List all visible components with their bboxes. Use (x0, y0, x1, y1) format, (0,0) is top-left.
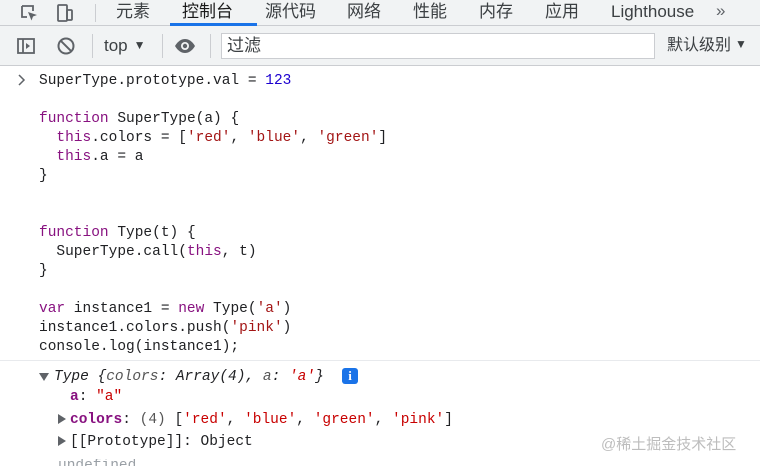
tab-network[interactable]: 网络 (347, 0, 381, 25)
object-summary[interactable]: Type {colors: Array(4), a: 'a'} (54, 368, 324, 386)
context-value: top (104, 36, 128, 55)
collapse-triangle-icon[interactable] (39, 372, 49, 382)
dropdown-arrow-icon: ▼ (133, 38, 146, 52)
tab-application[interactable]: 应用 (545, 0, 579, 25)
console-input-code[interactable]: SuperType.prototype.val = 123 function S… (39, 72, 387, 357)
console-output: SuperType.prototype.val = 123 function S… (0, 66, 760, 466)
clear-console-icon[interactable] (56, 36, 76, 56)
message-divider (0, 360, 760, 361)
tab-console[interactable]: 控制台 (182, 0, 233, 25)
tab-sources[interactable]: 源代码 (265, 0, 316, 25)
input-prompt-icon (18, 74, 26, 86)
expand-triangle-icon[interactable] (58, 436, 67, 446)
log-levels-label: 默认级别 (667, 37, 732, 54)
code-line: SuperType.call(this, t) (56, 244, 257, 260)
inspect-element-icon[interactable] (19, 3, 39, 23)
toolbar-divider (210, 34, 211, 58)
property-colors[interactable]: colors: (4) ['red', 'blue', 'green', 'pi… (70, 411, 453, 429)
property-a: a: "a" (70, 389, 123, 405)
tab-performance[interactable]: 性能 (413, 0, 447, 25)
sidebar-toggle-icon[interactable] (16, 36, 36, 56)
filter-input[interactable] (221, 33, 655, 59)
eye-icon[interactable] (174, 36, 196, 56)
log-levels-dropdown[interactable]: 默认级别 ▼ (667, 34, 747, 58)
watermark: @稀土掘金技术社区 (601, 436, 737, 453)
tab-elements[interactable]: 元素 (116, 0, 150, 25)
toolbar-divider (162, 34, 163, 58)
device-toolbar-icon[interactable] (54, 3, 74, 23)
code-line: this.a = a (56, 149, 144, 165)
return-value-line: undefined (58, 459, 136, 466)
code-line: var instance1 = new Type('a') (39, 301, 292, 317)
code-line: function Type(t) { (39, 225, 196, 241)
more-tabs-icon[interactable]: » (716, 0, 725, 25)
property-prototype[interactable]: [[Prototype]]: Object (70, 433, 253, 451)
info-icon[interactable]: i (342, 368, 358, 384)
code-line: console.log(instance1); (39, 339, 240, 355)
code-line: } (39, 263, 48, 279)
code-line: instance1.colors.push('pink') (39, 320, 292, 336)
expand-triangle-icon[interactable] (58, 414, 67, 424)
devtools-tab-bar: 元素 控制台 源代码 网络 性能 内存 应用 Lighthouse » (0, 0, 760, 26)
code-line: } (39, 168, 48, 184)
code-line: SuperType.prototype.val = 123 (39, 73, 292, 89)
code-line: function SuperType(a) { (39, 111, 240, 127)
tab-bar-divider (95, 4, 96, 22)
console-toolbar: top▼ 默认级别▼ (0, 26, 760, 66)
toolbar-divider (92, 34, 93, 58)
code-line: this.colors = ['red', 'blue', 'green'] (56, 130, 388, 146)
context-selector[interactable]: top ▼ (104, 34, 146, 58)
tab-memory[interactable]: 内存 (479, 0, 513, 25)
dropdown-arrow-icon: ▼ (735, 37, 747, 51)
tab-lighthouse[interactable]: Lighthouse (611, 0, 694, 25)
